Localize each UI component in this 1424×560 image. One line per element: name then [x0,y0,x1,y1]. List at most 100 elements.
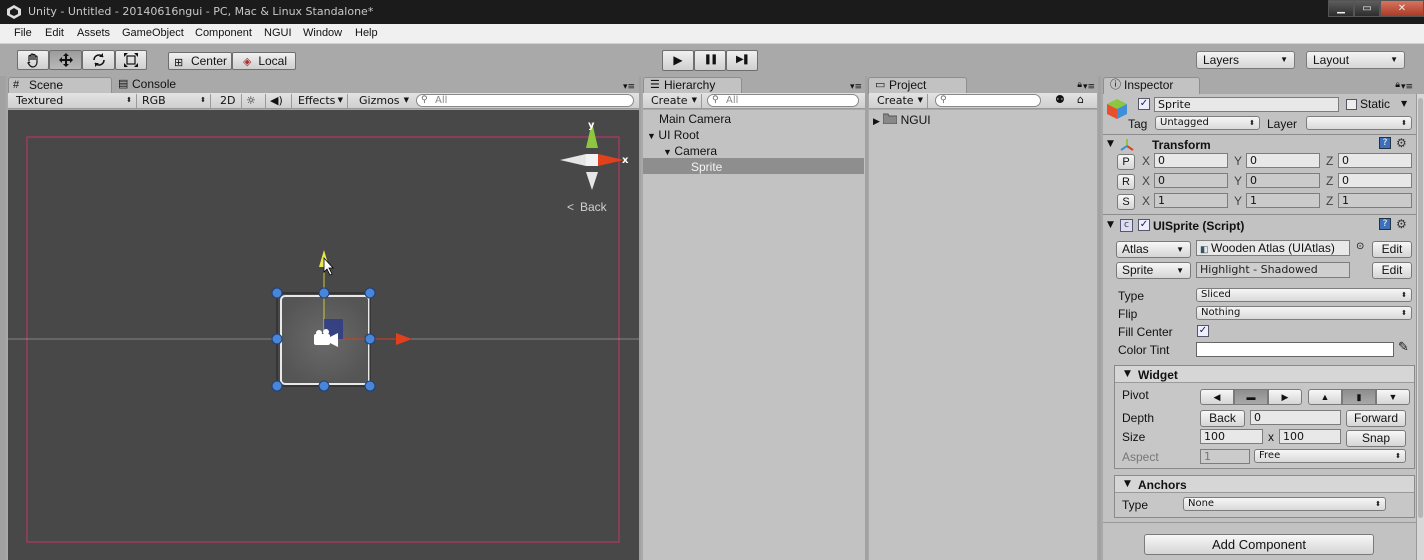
aspect-mode-dropdown[interactable]: Free ⬍ [1254,449,1406,463]
tab-project[interactable]: ▭ Project [868,77,967,94]
hand-tool-button[interactable] [17,50,49,70]
minimize-button[interactable]: ▁ [1328,0,1354,17]
reset-rotation-button[interactable]: R [1117,174,1135,190]
static-checkbox[interactable] [1346,99,1357,110]
hierarchy-search-input[interactable]: ⚲ All [707,94,859,107]
scale-x-field[interactable]: 1 [1154,193,1228,208]
atlas-edit-button[interactable]: Edit [1372,241,1412,258]
tab-inspector[interactable]: ⓘ Inspector [1103,77,1200,94]
foldout-triangle-icon[interactable]: ▼ [1107,220,1114,230]
pivot-right-button[interactable]: ▶ [1268,389,1302,405]
depth-field[interactable]: 0 [1250,410,1341,425]
scene-canvas[interactable]: y x < Back [8,110,639,560]
audio-toggle[interactable]: ◀) [266,94,292,108]
type-dropdown[interactable]: Sliced ⬍ [1196,288,1412,302]
atlas-button[interactable]: Atlas ▼ [1116,241,1191,258]
layers-dropdown[interactable]: Layers ▼ [1196,51,1295,69]
tab-console[interactable]: ▤ Console [112,77,198,94]
gear-icon[interactable]: ⚙ [1396,136,1407,150]
eyedropper-icon[interactable]: ✎ [1398,340,1409,355]
help-book-icon[interactable]: ? [1379,137,1391,149]
flip-dropdown[interactable]: Nothing ⬍ [1196,306,1412,320]
hierarchy-create-dropdown[interactable]: Create ▼ [647,94,702,108]
filter-by-label-icon[interactable]: ⌂ [1077,93,1084,106]
reset-position-button[interactable]: P [1117,154,1135,170]
depth-back-button[interactable]: Back [1200,410,1245,427]
hierarchy-item-sprite[interactable]: Sprite [691,160,722,174]
pivot-middle-button[interactable]: ▮ [1342,389,1376,405]
pivot-center-toggle[interactable]: ⊞ Center [168,52,232,70]
layout-dropdown[interactable]: Layout ▼ [1306,51,1405,69]
lighting-toggle[interactable]: ☼ [242,94,266,108]
rotation-z-field[interactable]: 0 [1338,173,1412,188]
rotation-x-field[interactable]: 0 [1154,173,1228,188]
2d-toggle[interactable]: 2D [216,94,242,108]
pivot-center-button[interactable]: ▬ [1234,389,1268,405]
move-gizmo-x-arrow[interactable] [396,333,412,345]
scale-y-field[interactable]: 1 [1246,193,1320,208]
tab-hierarchy[interactable]: ☰ Hierarchy [643,77,742,94]
object-select-icon[interactable]: ⊙ [1356,241,1364,252]
menu-help[interactable]: Help [355,27,378,39]
position-x-field[interactable]: 0 [1154,153,1228,168]
panel-menu-icon[interactable]: ▾≡ [1083,82,1095,92]
pivot-top-button[interactable]: ▲ [1308,389,1342,405]
hierarchy-item-ui-root[interactable]: ▼ UI Root [647,128,699,142]
pivot-bottom-button[interactable]: ▼ [1376,389,1410,405]
close-button[interactable]: ✕ [1380,0,1424,17]
panel-menu-icon[interactable]: ▾≡ [623,82,635,92]
help-book-icon[interactable]: ? [1379,218,1391,230]
object-name-field[interactable]: Sprite [1154,97,1339,112]
tag-dropdown[interactable]: Untagged ⬍ [1155,116,1260,130]
step-button[interactable]: ▶❚ [726,50,758,71]
pivot-left-button[interactable]: ◀ [1200,389,1234,405]
effects-dropdown[interactable]: Effects ▼ [294,94,348,108]
scrollbar-thumb[interactable] [1418,98,1423,518]
menu-component[interactable]: Component [195,27,252,39]
atlas-object-field[interactable]: ◧ Wooden Atlas (UIAtlas) [1196,240,1350,256]
menu-edit[interactable]: Edit [45,27,64,39]
menu-assets[interactable]: Assets [77,27,110,39]
gear-icon[interactable]: ⚙ [1396,217,1407,231]
position-y-field[interactable]: 0 [1246,153,1320,168]
filter-by-type-icon[interactable]: ⚉ [1055,93,1065,106]
sprite-button[interactable]: Sprite ▼ [1116,262,1191,279]
uisprite-enabled-checkbox[interactable]: ✓ [1138,219,1150,231]
draw-mode-dropdown[interactable]: Textured ⬍ [12,94,137,108]
scene-search-input[interactable]: ⚲ All [416,94,634,107]
space-local-toggle[interactable]: ◈ Local [232,52,296,70]
fill-center-checkbox[interactable]: ✓ [1197,325,1209,337]
project-search-input[interactable]: ⚲ [935,94,1041,107]
pause-button[interactable]: ❚❚ [694,50,726,71]
reset-scale-button[interactable]: S [1117,194,1135,210]
color-tint-swatch[interactable] [1196,342,1394,357]
anchor-type-dropdown[interactable]: None ⬍ [1183,497,1386,511]
add-component-button[interactable]: Add Component [1144,534,1374,555]
snap-button[interactable]: Snap [1346,430,1406,447]
orientation-gizmo[interactable] [560,122,624,190]
hierarchy-item-camera[interactable]: ▼ Camera [663,144,717,158]
static-dropdown-icon[interactable]: ▼ [1401,99,1407,108]
play-button[interactable]: ▶ [662,50,694,71]
scale-tool-button[interactable] [115,50,147,70]
panel-menu-icon[interactable]: ▾≡ [1401,82,1413,92]
maximize-button[interactable]: ▭ [1354,0,1380,17]
scene-view[interactable]: y x < Back [8,110,639,560]
lock-icon[interactable]: 🔒︎ [1077,80,1082,90]
inspector-scrollbar[interactable] [1416,94,1424,560]
menu-file[interactable]: File [14,27,32,39]
layer-dropdown[interactable]: ⬍ [1306,116,1412,130]
width-field[interactable]: 100 [1200,429,1263,444]
tab-scene[interactable]: # Scene [8,77,112,94]
lock-icon[interactable]: 🔒︎ [1395,80,1400,90]
move-tool-button[interactable] [49,50,82,70]
active-checkbox[interactable]: ✓ [1138,98,1150,110]
hierarchy-item-main-camera[interactable]: Main Camera [659,112,731,126]
project-item-ngui[interactable]: ▶ NGUI [873,113,931,127]
render-mode-dropdown[interactable]: RGB ⬍ [138,94,211,108]
gizmos-dropdown[interactable]: Gizmos ▼ [355,94,413,108]
scale-z-field[interactable]: 1 [1338,193,1412,208]
sprite-edit-button[interactable]: Edit [1372,262,1412,279]
menu-ngui[interactable]: NGUI [264,27,292,39]
height-field[interactable]: 100 [1279,429,1341,444]
